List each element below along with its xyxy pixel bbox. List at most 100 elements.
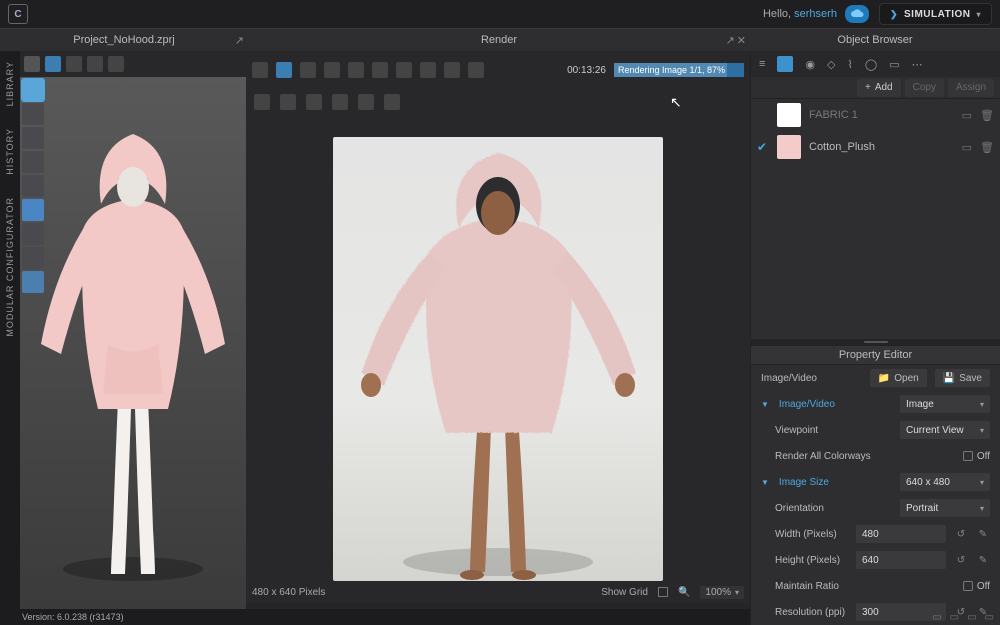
button-icon[interactable]: ◯ (865, 58, 877, 71)
zoom-level-dropdown[interactable]: 100%▾ (700, 586, 744, 599)
fabric-swatch (777, 103, 801, 127)
fabric-row[interactable]: FABRIC 1 ▭ 🗑 (751, 99, 1000, 131)
fabric-name: FABRIC 1 (809, 109, 954, 121)
more-icon[interactable]: ⋯ (912, 58, 923, 71)
light-tool-icon[interactable] (280, 94, 296, 110)
pin-tool-icon[interactable] (108, 56, 124, 72)
height-input[interactable]: 640 (856, 551, 946, 569)
3d-viewport[interactable] (20, 77, 246, 625)
image-video-header: Image/Video (761, 373, 862, 384)
panel-popout-icon[interactable]: ↗ (235, 34, 244, 47)
image-size-value: 640 x 480 (906, 477, 950, 488)
width-value: 480 (862, 529, 879, 540)
trim-icon[interactable]: ◇ (827, 58, 835, 71)
render-settings-icon[interactable] (324, 62, 340, 78)
shadow-tool-icon[interactable] (332, 94, 348, 110)
cursor-tool-icon[interactable] (24, 56, 40, 72)
property-editor-title: Property Editor (751, 345, 1000, 365)
render-progress-bar: Rendering Image 1/1, 87% (614, 63, 744, 77)
copy-fabric-button[interactable]: Copy (905, 79, 944, 97)
render-stop-icon[interactable] (300, 62, 316, 78)
ground-tool-icon[interactable] (358, 94, 374, 110)
viewpoint-select[interactable]: Current View▾ (900, 421, 990, 439)
palette-texture-icon[interactable] (22, 79, 44, 101)
environment-tool-icon[interactable] (306, 94, 322, 110)
delete-fabric-icon[interactable]: 🗑 (980, 109, 994, 122)
image-video-select[interactable]: Image▾ (900, 395, 990, 413)
delete-fabric-icon[interactable]: 🗑 (980, 141, 994, 154)
object-browser-title: Object Browser (837, 34, 912, 46)
library-tab[interactable]: LIBRARY (5, 61, 15, 106)
panel-popout-icon[interactable]: ↗ (726, 34, 735, 47)
render-play-icon[interactable] (276, 62, 292, 78)
measure-tool-icon[interactable] (87, 56, 103, 72)
app-logo[interactable]: C (8, 4, 28, 24)
footer-icon-1[interactable]: ▭ (932, 612, 941, 623)
chevron-down-icon: ▾ (976, 10, 981, 19)
footer-icon-3[interactable]: ▭ (967, 612, 976, 623)
image-size-section[interactable]: Image Size (779, 477, 892, 488)
render-more-icon[interactable] (444, 62, 460, 78)
render-dimensions: 480 x 640 Pixels (252, 587, 325, 598)
material-tool-icon[interactable] (254, 94, 270, 110)
assign-fabric-button[interactable]: Assign (948, 79, 994, 97)
username[interactable]: serhserh (794, 8, 837, 20)
save-label: Save (959, 373, 982, 384)
image-size-select[interactable]: 640 x 480▾ (900, 473, 990, 491)
render-elapsed-time: 00:13:26 (567, 65, 606, 76)
simulation-mode-button[interactable]: ❯ SIMULATION ▾ (879, 3, 992, 25)
render-all-colorways-label: Render All Colorways (761, 451, 955, 462)
fabric-view-icon[interactable] (777, 56, 793, 72)
maintain-ratio-value: Off (977, 581, 990, 592)
footer-icon-4[interactable]: ▭ (985, 612, 994, 623)
image-video-section[interactable]: Image/Video (779, 399, 892, 410)
orientation-label: Orientation (761, 503, 892, 514)
add-tool-icon[interactable] (45, 56, 61, 72)
save-button[interactable]: 💾Save (935, 369, 990, 387)
greeting: Hello, serhserh (763, 8, 837, 20)
width-input[interactable]: 480 (856, 525, 946, 543)
height-value: 640 (862, 555, 879, 566)
collapse-icon[interactable]: ▼ (761, 400, 769, 409)
render-snapshot-icon[interactable] (348, 62, 364, 78)
topstitch-icon[interactable]: ⌇ (848, 58, 853, 71)
resolution-label: Resolution (ppi) (761, 607, 848, 618)
render-export-icon[interactable] (420, 62, 436, 78)
collapse-icon[interactable]: ▼ (761, 478, 769, 487)
render-all-colorways-toggle[interactable]: Off (963, 451, 990, 462)
save-fabric-icon[interactable]: ▭ (962, 109, 972, 122)
edit-icon[interactable]: ✎ (976, 529, 990, 540)
render-camera-icon[interactable] (252, 62, 268, 78)
fabric-row[interactable]: ✔ Cotton_Plush ▭🗑 (751, 131, 1000, 163)
orientation-select[interactable]: Portrait▾ (900, 499, 990, 517)
save-fabric-icon[interactable]: ▭ (962, 141, 972, 154)
resolution-value: 300 (862, 607, 879, 618)
reset-icon[interactable]: ↺ (954, 555, 968, 566)
render-viewport[interactable] (246, 115, 750, 581)
grading-icon[interactable]: ▭ (889, 58, 899, 71)
list-view-icon[interactable]: ≡ (759, 58, 765, 70)
maintain-ratio-toggle[interactable]: Off (963, 581, 990, 592)
add-fabric-button[interactable]: +Add (857, 79, 901, 97)
render-video-icon[interactable] (372, 62, 388, 78)
chevron-down-icon: ▾ (980, 426, 984, 435)
zoom-fit-icon[interactable]: 🔍 (678, 587, 690, 598)
modular-configurator-tab[interactable]: MODULAR CONFIGURATOR (5, 197, 15, 337)
render-turntable-icon[interactable] (396, 62, 412, 78)
render-cam2-icon[interactable] (468, 62, 484, 78)
footer-icon-2[interactable]: ▭ (950, 612, 959, 623)
viewpoint-label: Viewpoint (761, 425, 892, 436)
select-tool-icon[interactable] (66, 56, 82, 72)
open-label: Open (894, 373, 918, 384)
height-label: Height (Pixels) (761, 555, 848, 566)
globe-icon[interactable]: ◉ (805, 58, 815, 71)
cloud-sync-icon[interactable] (845, 5, 869, 23)
dome-tool-icon[interactable] (384, 94, 400, 110)
simulation-label: SIMULATION (904, 9, 970, 20)
open-button[interactable]: 📁Open (870, 369, 927, 387)
edit-icon[interactable]: ✎ (976, 555, 990, 566)
history-tab[interactable]: HISTORY (5, 128, 15, 175)
reset-icon[interactable]: ↺ (954, 529, 968, 540)
close-icon[interactable]: ✕ (737, 34, 746, 47)
show-grid-toggle[interactable] (658, 587, 668, 597)
